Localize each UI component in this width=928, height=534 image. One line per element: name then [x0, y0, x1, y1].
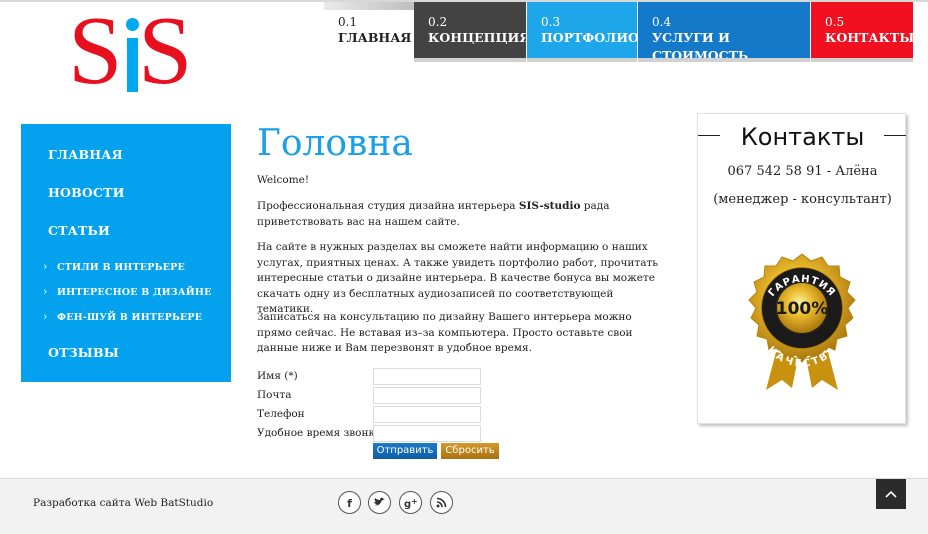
- contact-role: (менеджер - консультант): [713, 192, 892, 207]
- chevron-right-icon: ›: [43, 260, 48, 273]
- title-divider-right: [884, 135, 906, 136]
- rss-icon: [436, 497, 447, 508]
- seal-center-text: 100%: [776, 299, 829, 319]
- tab-concept[interactable]: 0.2 КОНЦЕПЦИЯ: [414, 2, 531, 62]
- reset-button[interactable]: Сбросить: [441, 443, 499, 459]
- time-field[interactable]: [373, 425, 481, 442]
- name-label: Имя (*): [257, 370, 298, 382]
- sidebar-subitem-label: ФЕН-ШУЙ В ИНТЕРЬЕРЕ: [57, 312, 203, 323]
- submit-button[interactable]: Отправить: [373, 443, 437, 459]
- sidebar-menu: ГЛАВНАЯ НОВОСТИ СТАТЬИ › СТИЛИ В ИНТЕРЬЕР…: [21, 124, 231, 382]
- tab-label: ПОРТФОЛИО: [541, 30, 639, 45]
- tab-shadow: [811, 58, 913, 62]
- footer: Разработка сайта Web BatStudio f g +: [0, 478, 928, 534]
- sidebar-item-articles[interactable]: СТАТЬИ: [48, 223, 110, 238]
- tab-number: 0.5: [825, 15, 845, 29]
- tab-services[interactable]: 0.4 УСЛУГИ И СТОИМОСТЬ: [638, 2, 810, 63]
- intro-text: Профессиональная студия дизайна интерьер…: [257, 200, 519, 212]
- logo-letter-s2: S: [138, 0, 193, 105]
- tab-label: ГЛАВНАЯ: [338, 30, 412, 45]
- tab-label: КОНЦЕПЦИЯ: [428, 30, 531, 45]
- google-plus-link[interactable]: g +: [399, 491, 422, 514]
- consultation-paragraph: Записаться на консультацию по дизайну Ва…: [257, 311, 633, 354]
- phone-field[interactable]: [373, 406, 481, 423]
- svg-text:+: +: [411, 497, 418, 506]
- services-paragraph: На сайте в нужных разделах вы сможете на…: [257, 241, 659, 315]
- tab-home[interactable]: 0.1 ГЛАВНАЯ: [324, 2, 414, 62]
- sidebar-item-home[interactable]: ГЛАВНАЯ: [48, 147, 123, 162]
- tab-shadow: [527, 58, 637, 62]
- site-logo[interactable]: S S: [68, 0, 193, 105]
- footer-credit[interactable]: Разработка сайта Web BatStudio: [33, 497, 213, 509]
- contact-phone: 067 542 58 91 - Алёна: [727, 164, 878, 179]
- brand-name: SIS-studio: [518, 200, 581, 212]
- scroll-to-top-button[interactable]: [876, 479, 906, 509]
- logo-stem: [127, 38, 138, 92]
- sidebar-subitem-label: СТИЛИ В ИНТЕРЬЕРЕ: [57, 262, 185, 273]
- tab-shadow: [414, 58, 526, 62]
- page-title: Головна: [257, 123, 413, 164]
- welcome-text: Welcome!: [257, 174, 310, 186]
- tab-number: 0.4: [652, 15, 672, 29]
- contacts-widget: Контакты 067 542 58 91 - Алёна (менеджер…: [697, 113, 906, 424]
- rss-link[interactable]: [430, 491, 453, 514]
- tab-shadow: [638, 58, 810, 62]
- name-field[interactable]: [373, 368, 481, 385]
- facebook-icon: f: [347, 497, 352, 508]
- tab-number: 0.3: [541, 15, 561, 29]
- twitter-icon: [374, 497, 385, 506]
- sidebar-subitem-label: ИНТЕРЕСНОЕ В ДИЗАЙНЕ: [57, 287, 212, 298]
- chevron-up-icon: [885, 490, 897, 498]
- email-field[interactable]: [373, 387, 481, 404]
- google-plus-icon: g +: [404, 497, 418, 509]
- sidebar-subitem-fengshui[interactable]: › ФЕН-ШУЙ В ИНТЕРЬЕРЕ: [43, 310, 202, 323]
- sidebar-subitem-interesting[interactable]: › ИНТЕРЕСНОЕ В ДИЗАЙНЕ: [43, 285, 212, 298]
- sidebar-subitem-styles[interactable]: › СТИЛИ В ИНТЕРЬЕРЕ: [43, 260, 185, 273]
- intro-paragraph: Профессиональная студия дизайна интерьер…: [257, 199, 669, 230]
- chevron-right-icon: ›: [43, 285, 48, 298]
- tab-number: 0.1: [338, 15, 358, 29]
- logo-letter-s: S: [68, 0, 123, 105]
- quality-guarantee-seal-icon: ГАРАНТИЯ КАЧЕСТВА 100%: [748, 253, 856, 390]
- svg-text:f: f: [347, 497, 352, 508]
- sidebar-item-reviews[interactable]: ОТЗЫВЫ: [48, 345, 119, 360]
- tab-contacts[interactable]: 0.5 КОНТАКТЫ: [811, 2, 915, 62]
- phone-label: Телефон: [257, 408, 305, 420]
- sidebar-item-news[interactable]: НОВОСТИ: [48, 185, 125, 200]
- chevron-right-icon: ›: [43, 310, 48, 323]
- time-label: Удобное время звонка: [257, 427, 382, 439]
- tab-number: 0.2: [428, 15, 448, 29]
- facebook-link[interactable]: f: [338, 491, 361, 514]
- contacts-title: Контакты: [740, 123, 865, 151]
- tab-portfolio[interactable]: 0.3 ПОРТФОЛИО: [527, 2, 639, 62]
- twitter-link[interactable]: [368, 491, 391, 514]
- tab-label: КОНТАКТЫ: [825, 30, 915, 45]
- email-label: Почта: [257, 389, 292, 401]
